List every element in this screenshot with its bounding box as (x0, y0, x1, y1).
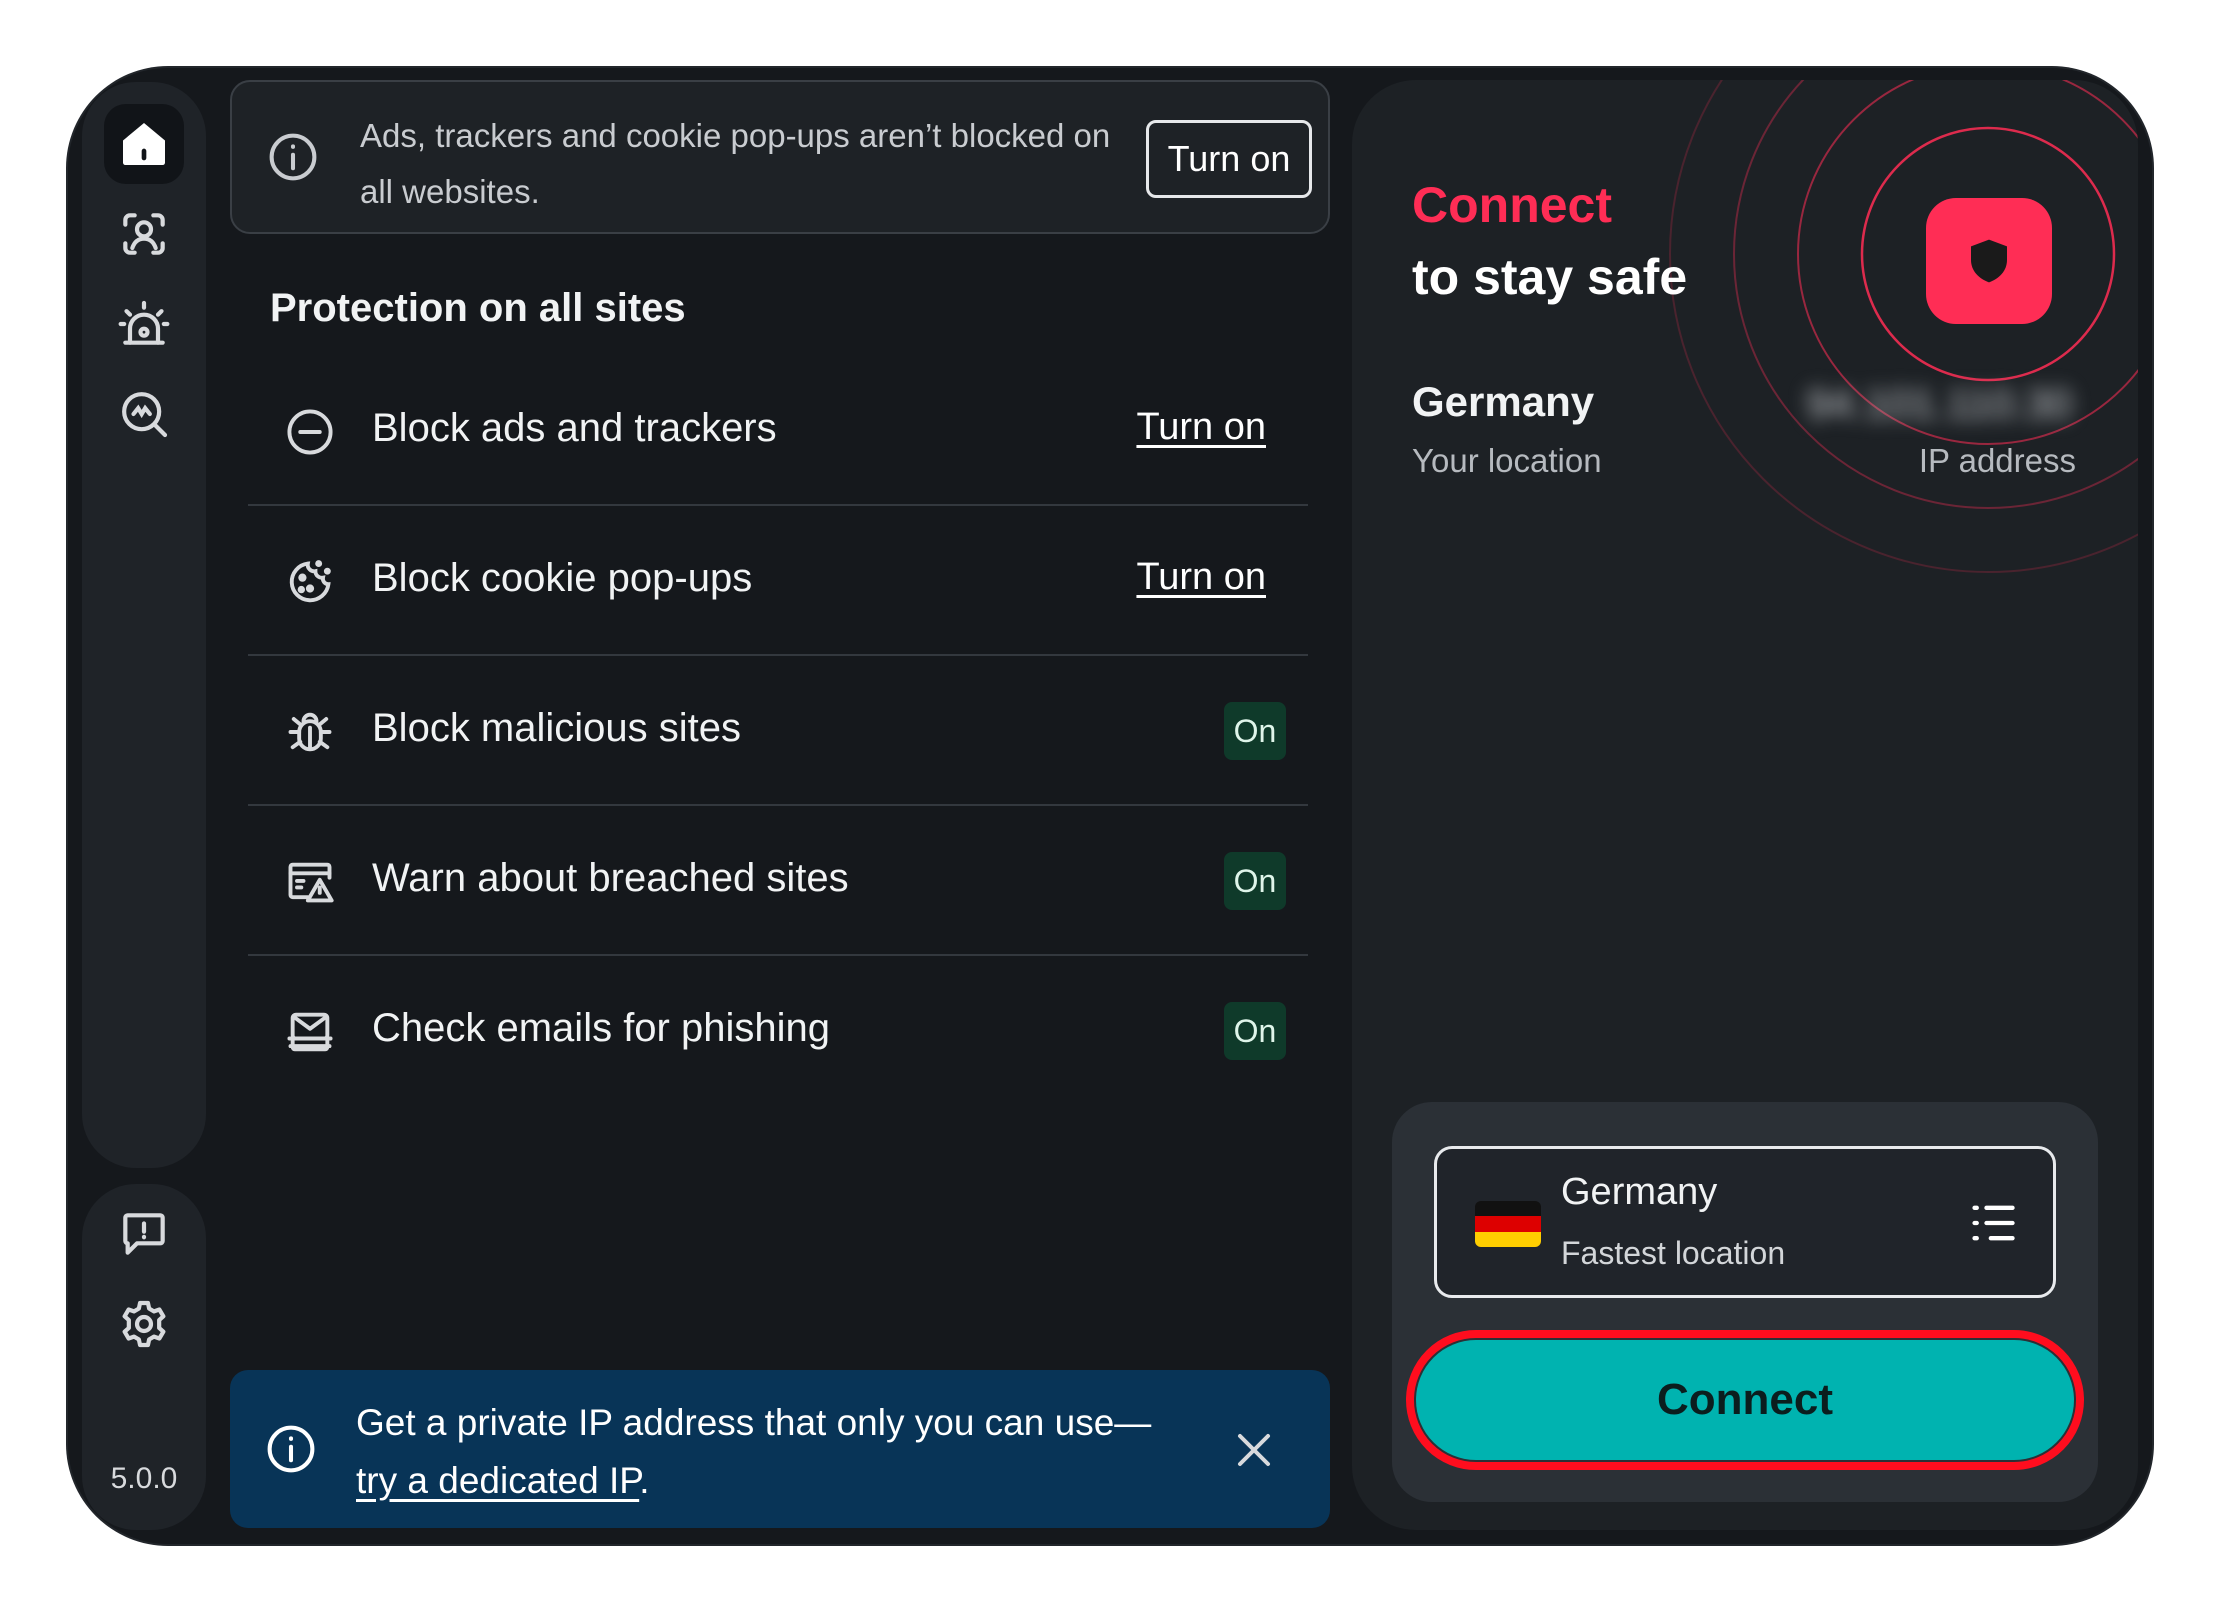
list-item: Block ads and trackers Turn on (248, 356, 1308, 506)
sidebar-item-scan[interactable] (104, 374, 184, 454)
feature-label: Block cookie pop-ups (372, 556, 753, 600)
connect-heading: Connect (1412, 177, 1612, 233)
app-version: 5.0.0 (110, 1462, 178, 1495)
feedback-icon (123, 1213, 165, 1255)
minus-circle-icon (287, 409, 333, 455)
status-badge: On (1224, 702, 1286, 760)
email-check-icon (287, 1012, 333, 1052)
info-icon (267, 1425, 315, 1473)
banner-text: Get a private IP address that only you c… (356, 1402, 1152, 1443)
breach-warning-icon (288, 862, 334, 903)
selected-country: Germany (1561, 1171, 1718, 1213)
ad-block-banner: Ads, trackers and cookie pop-ups aren’t … (230, 80, 1330, 234)
germany-flag-icon (1475, 1201, 1541, 1247)
current-location: Germany (1412, 378, 1595, 425)
search-scan-icon (122, 392, 168, 438)
app-window: 5.0.0 Ads, trackers and cookie pop-ups a… (68, 68, 2152, 1544)
feedback-button[interactable] (104, 1194, 184, 1274)
banner-message: Ads, trackers and cookie pop-ups aren’t … (360, 117, 1111, 210)
sidebar-item-alerts[interactable] (104, 284, 184, 364)
feature-label: Check emails for phishing (372, 1006, 830, 1050)
settings-button[interactable] (104, 1284, 184, 1364)
alarm-icon (118, 300, 170, 345)
sidebar-item-identity[interactable] (104, 194, 184, 274)
list-item: Block cookie pop-ups Turn on (248, 506, 1308, 656)
banner-suffix: . (639, 1460, 650, 1501)
sidebar-item-home[interactable] (104, 104, 184, 184)
connect-button[interactable]: Connect (1416, 1340, 2074, 1460)
feature-label: Block ads and trackers (372, 406, 777, 450)
dedicated-ip-banner: Get a private IP address that only you c… (230, 1370, 1330, 1528)
feature-label: Block malicious sites (372, 706, 742, 750)
selected-subtitle: Fastest location (1561, 1235, 1786, 1271)
dedicated-ip-link[interactable]: try a dedicated IP (356, 1460, 639, 1501)
info-icon (269, 133, 317, 181)
protection-list: Block ads and trackers Turn on Block coo… (248, 356, 1308, 1106)
list-item: Warn about breached sites On (248, 806, 1308, 956)
vpn-status-button[interactable] (1926, 198, 2052, 324)
ip-address-label: IP address (1918, 442, 2076, 479)
sidebar-nav (82, 82, 206, 1168)
close-icon[interactable] (1230, 1426, 1278, 1474)
list-icon[interactable] (1967, 1197, 2019, 1249)
location-selector[interactable]: Germany Fastest location (1434, 1146, 2056, 1298)
sidebar-footer: 5.0.0 (82, 1184, 206, 1530)
gear-icon (122, 1300, 166, 1348)
turn-on-link[interactable]: Turn on (1136, 556, 1266, 599)
cookie-icon (289, 560, 331, 603)
status-badge: On (1224, 852, 1286, 910)
location-label: Your location (1412, 442, 1602, 479)
connect-subheading: to stay safe (1412, 249, 1688, 305)
vpn-panel: Connect to stay safe Germany Your locati… (1352, 80, 2138, 1530)
bug-icon (288, 712, 332, 752)
shield-icon (1971, 239, 2007, 283)
turn-on-link[interactable]: Turn on (1136, 406, 1266, 449)
status-badge: On (1224, 1002, 1286, 1060)
list-item: Block malicious sites On (248, 656, 1308, 806)
turn-on-button[interactable]: Turn on (1146, 120, 1312, 198)
banner-message: Get a private IP address that only you c… (356, 1394, 1176, 1510)
home-icon (123, 123, 165, 165)
feature-label: Warn about breached sites (372, 856, 849, 900)
ip-address-value: 94.101.110.30 (1806, 380, 2072, 427)
list-item: Check emails for phishing On (248, 956, 1308, 1106)
connect-card: Germany Fastest location Connect (1392, 1102, 2098, 1502)
person-scan-icon (123, 213, 165, 255)
section-title: Protection on all sites (270, 286, 686, 330)
